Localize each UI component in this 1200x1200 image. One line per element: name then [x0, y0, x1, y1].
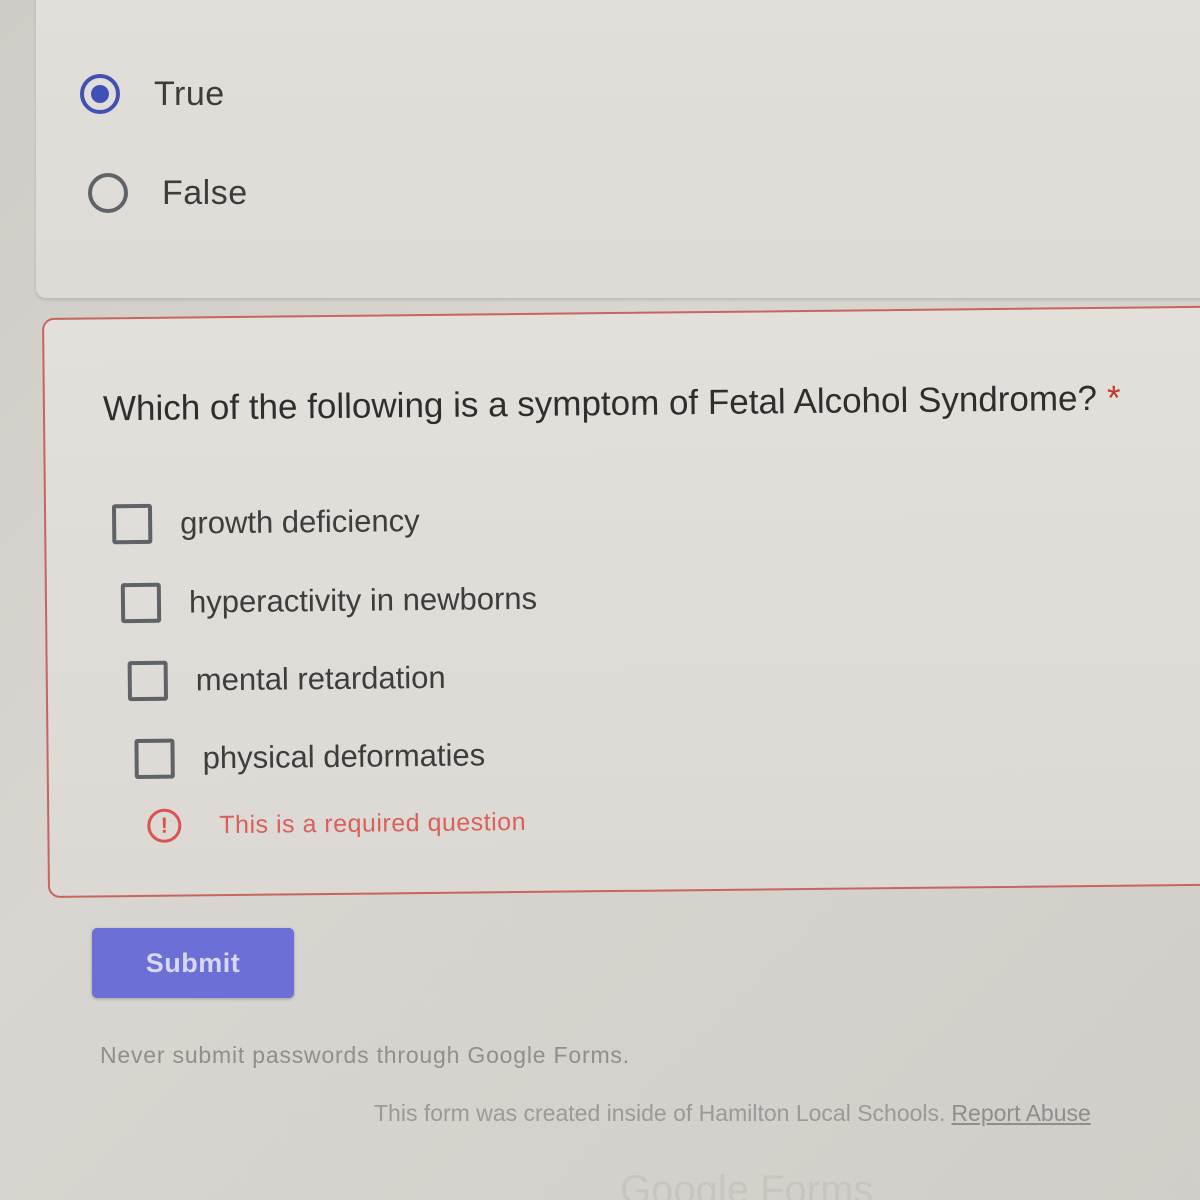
error-exclamation-icon: ! — [147, 808, 182, 843]
checkbox-unchecked-icon[interactable] — [120, 582, 162, 624]
checkbox-option-hyperactivity[interactable]: hyperactivity in newborns — [120, 579, 538, 624]
submit-button[interactable]: Submit — [92, 928, 294, 998]
radio-checked-icon[interactable] — [80, 74, 120, 114]
radio-unchecked-icon[interactable] — [88, 173, 128, 213]
checkbox-label: growth deficiency — [179, 503, 420, 541]
created-text: This form was created inside of Hamilton… — [374, 1100, 946, 1126]
radio-option-true[interactable]: True — [80, 74, 225, 114]
question-card: Which of the following is a symptom of F… — [42, 305, 1200, 898]
checkbox-label: hyperactivity in newborns — [188, 580, 538, 620]
checkbox-option-growth-deficiency[interactable]: growth deficiency — [111, 501, 420, 545]
checkbox-label: mental retardation — [195, 659, 446, 698]
question-title: Which of the following is a symptom of F… — [103, 379, 1121, 430]
error-message: This is a required question — [219, 807, 527, 839]
required-error: ! This is a required question — [147, 805, 526, 843]
checkbox-option-physical-deformaties[interactable]: physical deformaties — [134, 735, 486, 780]
checkbox-unchecked-icon[interactable] — [127, 660, 169, 702]
password-warning: Never submit passwords through Google Fo… — [100, 1042, 630, 1068]
google-forms-logo[interactable]: Google Forms — [620, 1168, 873, 1200]
question-title-text: Which of the following is a symptom of F… — [102, 378, 1098, 429]
required-asterisk: * — [1106, 378, 1121, 418]
checkbox-unchecked-icon[interactable] — [134, 738, 175, 780]
report-abuse-link[interactable]: Report Abuse — [951, 1100, 1090, 1126]
radio-label-true: True — [154, 74, 225, 113]
checkbox-option-mental-retardation[interactable]: mental retardation — [127, 658, 446, 702]
radio-label-false: False — [162, 173, 248, 212]
checkbox-label: physical deformaties — [202, 737, 486, 776]
checkbox-unchecked-icon[interactable] — [111, 503, 153, 545]
radio-option-false[interactable]: False — [88, 173, 248, 213]
previous-question-card: True False — [36, 0, 1200, 298]
form-created-notice: This form was created inside of Hamilton… — [374, 1100, 1091, 1127]
